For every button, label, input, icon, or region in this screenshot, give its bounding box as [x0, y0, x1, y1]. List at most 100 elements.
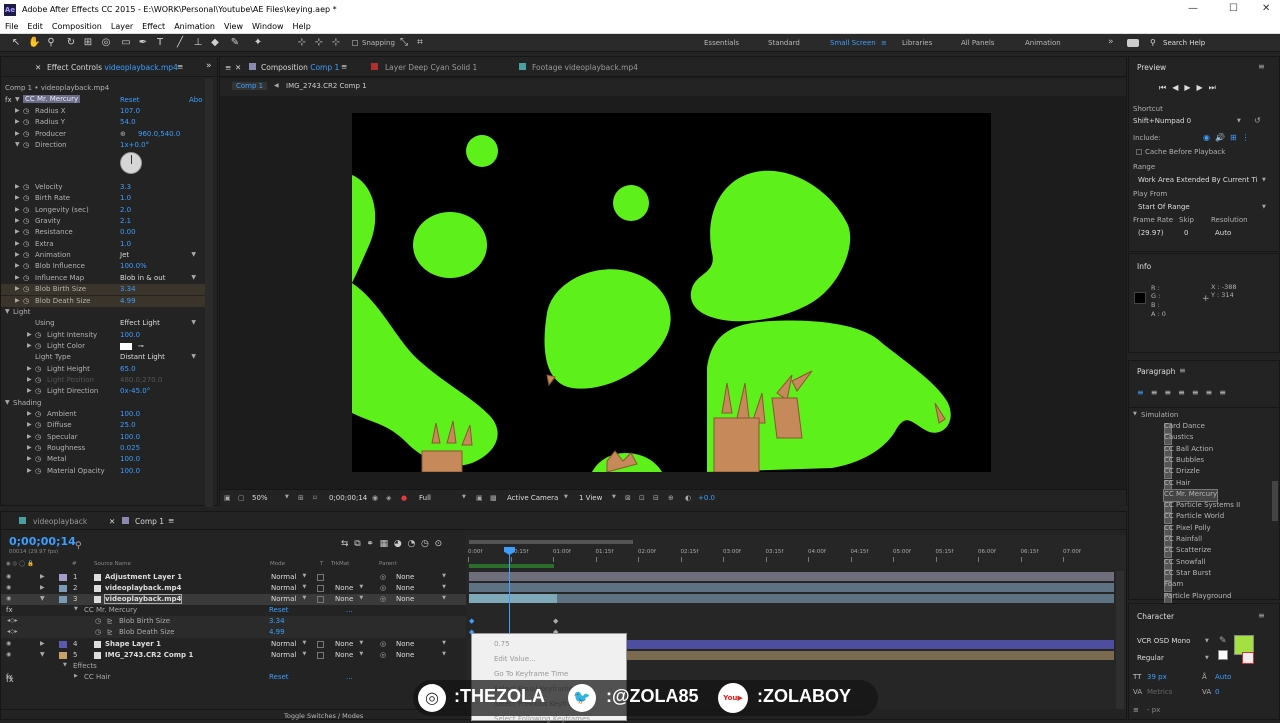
playfrom-dropdown-icon[interactable]: ▼	[1262, 204, 1266, 210]
reset-shortcut-icon[interactable]: ↺	[1254, 116, 1261, 125]
include-icons[interactable]: ◉🔊⊞⋮	[1203, 133, 1255, 142]
about-link[interactable]: Abo	[189, 96, 203, 104]
prop-value[interactable]: 480.0,270.0	[120, 376, 162, 384]
light-color-swatch[interactable]	[120, 342, 132, 350]
toggle-switches-modes[interactable]: Toggle Switches / Modes	[284, 712, 363, 720]
display-icon[interactable]: ▢	[238, 494, 245, 502]
menu-view[interactable]: View	[219, 20, 247, 31]
trkmat-select[interactable]: None	[335, 595, 364, 603]
layer-name[interactable]: videoplayback.mp4	[103, 594, 183, 604]
close-comp-tab-icon[interactable]: ✕	[235, 63, 241, 72]
twirl-icon[interactable]: ▶	[15, 228, 20, 235]
label-color-swatch[interactable]	[59, 652, 67, 659]
transparency-grid-icon[interactable]: ▩	[490, 494, 497, 502]
birth-size-value[interactable]: 3.34	[269, 617, 285, 625]
twirl-icon[interactable]: ▶	[15, 285, 20, 292]
fast-preview-icon[interactable]: ⊡	[639, 494, 645, 502]
menu-layer[interactable]: Layer	[106, 20, 137, 31]
eraser-tool-icon[interactable]: ◆	[209, 37, 221, 49]
camera-tool-icon[interactable]: ⊞	[82, 37, 94, 49]
stopwatch-icon[interactable]: ◷	[23, 194, 29, 202]
prop-value[interactable]: 4.99	[120, 297, 136, 305]
stopwatch-icon[interactable]: ◷	[35, 342, 41, 350]
eyedropper-icon[interactable]: ⊸	[138, 342, 144, 350]
twirl-icon[interactable]: ▶	[40, 584, 45, 591]
parent-select[interactable]: None	[396, 573, 446, 581]
close-icon[interactable]: ✕	[1262, 3, 1270, 14]
track-bar-5[interactable]	[626, 651, 1114, 660]
camera-select[interactable]: Active Camera	[507, 494, 558, 502]
rectangle-tool-icon[interactable]: ▭	[120, 37, 132, 49]
axis-view-icon[interactable]: ⊹	[330, 37, 342, 49]
twirl-icon[interactable]: ▶	[15, 183, 20, 190]
twirl-effects-icon[interactable]: ▼	[63, 662, 67, 668]
eye-icon[interactable]: ◉	[6, 651, 11, 658]
effect-list-item[interactable]: CC Rainfall	[1164, 535, 1202, 546]
eye-icon[interactable]: ◉	[6, 595, 11, 602]
maximize-icon[interactable]: ☐	[1229, 3, 1238, 14]
effect-list-item[interactable]: CC Snowfall	[1164, 558, 1206, 569]
trkmat-select[interactable]: None	[335, 584, 364, 592]
prop-value[interactable]: 65.0	[120, 365, 136, 373]
prop-dropdown[interactable]: Jet	[120, 251, 198, 259]
selection-tool-icon[interactable]: ↖	[10, 37, 22, 49]
character-menu-icon[interactable]: ≡	[1258, 611, 1265, 620]
stopwatch-icon[interactable]: ◷	[23, 206, 29, 214]
parent-select[interactable]: None	[396, 651, 446, 659]
twirl-icon[interactable]: ▼	[15, 96, 20, 103]
style-select[interactable]: Regular	[1137, 654, 1164, 662]
roi-icon[interactable]: ▣	[476, 494, 483, 502]
twirl-icon[interactable]: ▶	[15, 194, 20, 201]
tab-effect-controls[interactable]: Effect Controls videoplayback.mp4	[47, 63, 178, 72]
stopwatch-icon[interactable]: ◷	[35, 331, 41, 339]
keyframe-diamond-2[interactable]: ◆	[553, 617, 558, 625]
twirl-icon[interactable]: ▼	[5, 399, 10, 406]
stopwatch-icon[interactable]: ◷	[23, 130, 29, 138]
prop-value[interactable]: 100.0	[120, 455, 140, 463]
channel-icon[interactable]: ●	[401, 494, 407, 502]
workspace-menu-icon[interactable]: ≡	[881, 39, 887, 47]
layer-name[interactable]: Adjustment Layer 1	[105, 573, 182, 581]
effect-list-item[interactable]: CC Particle World	[1164, 512, 1224, 523]
stopwatch-icon[interactable]: ◷	[35, 433, 41, 441]
expand-icon[interactable]: »	[206, 61, 212, 71]
label-color-swatch[interactable]	[59, 585, 67, 592]
comp-timecode[interactable]: 0;00;00;14	[329, 494, 367, 502]
prop-value[interactable]: 100.0	[120, 331, 140, 339]
graph-icon-2[interactable]: ⊵	[107, 628, 113, 636]
comp-tab-menu-icon[interactable]: ≡	[341, 62, 347, 71]
shortcut-select[interactable]: Shift+Numpad 0	[1133, 117, 1247, 127]
layer-name[interactable]: videoplayback.mp4	[105, 584, 181, 592]
stroke-color-swatch[interactable]	[1218, 650, 1228, 660]
tracking-value[interactable]: 0	[1215, 688, 1219, 696]
composition-viewer[interactable]	[352, 113, 991, 472]
prop-value[interactable]: 960.0,540.0	[138, 130, 180, 138]
label-color-swatch[interactable]	[59, 574, 67, 581]
stopwatch-icon[interactable]: ◷	[23, 274, 29, 282]
range-dropdown-icon[interactable]: ▼	[1262, 177, 1266, 183]
paragraph-menu-icon[interactable]: ≡	[1179, 366, 1186, 375]
pickwhip-icon[interactable]: ◎	[380, 573, 386, 581]
resolution-select-preview[interactable]: Auto	[1215, 229, 1231, 237]
twirl-icon[interactable]: ▶	[27, 410, 32, 417]
twirl-effect-icon[interactable]: ▼	[74, 606, 78, 612]
twirl-icon[interactable]: ▶	[15, 297, 20, 304]
work-area-bar[interactable]	[469, 540, 633, 544]
label-color-swatch[interactable]	[59, 641, 67, 648]
font-select[interactable]: VCR OSD Mono	[1137, 637, 1190, 645]
twirl-icon[interactable]: ▶	[27, 433, 32, 440]
hand-tool-icon[interactable]: ✋	[28, 37, 40, 49]
time-ruler[interactable]: 0:00f 00:15f 01:00f 01:15f 02:00f 02:15f 03:00…	[466, 547, 1126, 563]
keyframe-diamond[interactable]: ◆	[469, 617, 474, 625]
leading-value[interactable]: Auto	[1215, 673, 1231, 681]
stopwatch-icon[interactable]: ◷	[23, 107, 29, 115]
exposure-value[interactable]: +0.0	[698, 494, 715, 502]
label-color-swatch[interactable]	[59, 596, 67, 603]
prop-dropdown[interactable]: Effect Light	[120, 319, 198, 327]
layer-row[interactable]: ◉ ▶ 1 Adjustment Layer 1 Normal ◎ None	[1, 572, 466, 583]
timeline-timecode[interactable]: 0;00;00;14	[9, 535, 76, 548]
prop-value[interactable]: 2.0	[120, 206, 131, 214]
prop-dropdown[interactable]: Blob in & out	[120, 274, 198, 282]
menu-composition[interactable]: Composition	[47, 20, 106, 31]
effect-list-item[interactable]: Particle Playground	[1164, 592, 1231, 603]
